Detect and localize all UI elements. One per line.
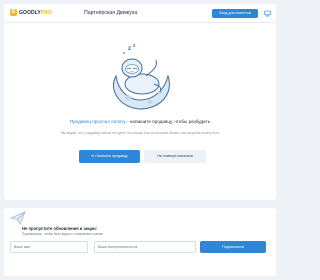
logo-badge-icon: G — [10, 9, 17, 16]
svg-text:z: z — [123, 50, 125, 55]
logo[interactable]: G GOODLYPRO — [10, 9, 52, 16]
logo-pro: PRO — [40, 9, 52, 16]
svg-text:z: z — [128, 46, 131, 52]
subscribe-title: Не пропустите обновления и акции: — [22, 226, 98, 231]
logo-text: GOODLY — [19, 9, 41, 16]
write-seller-button[interactable]: ✉ Написать продавцу — [79, 150, 140, 163]
headline-text: - напишите продавцу, чтобы разбудить — [125, 119, 211, 124]
error-card: G GOODLYPRO Партнёрская Движуха Вход для… — [4, 4, 276, 200]
client-login-button[interactable]: Вход для клиентов — [212, 9, 258, 18]
header: G GOODLYPRO Партнёрская Движуха Вход для… — [4, 4, 276, 23]
store-home-button[interactable]: На главную магазина — [144, 150, 206, 163]
subscribe-button[interactable]: Подписаться — [200, 241, 266, 253]
error-headline: Продавец проспал оплату - напишите прода… — [4, 119, 276, 124]
headline-link[interactable]: Продавец проспал оплату — [70, 119, 126, 124]
email-input[interactable] — [94, 241, 196, 253]
monitor-icon[interactable] — [264, 10, 271, 17]
name-input[interactable] — [10, 241, 88, 253]
sleeping-sloth-illustration: z z z — [113, 43, 170, 110]
svg-text:z: z — [133, 43, 136, 49]
subscribe-subtitle: Подпишитесь, чтобы быть вкурсе и операти… — [22, 232, 104, 236]
page-title: Партнёрская Движуха — [84, 10, 138, 16]
error-description: Мы видим, что у продавца сейчас нет дене… — [60, 131, 220, 135]
paper-plane-icon — [10, 211, 26, 225]
subscribe-panel: Не пропустите обновления и акции: Подпиш… — [4, 208, 276, 276]
write-seller-label: Написать продавцу — [95, 154, 128, 158]
